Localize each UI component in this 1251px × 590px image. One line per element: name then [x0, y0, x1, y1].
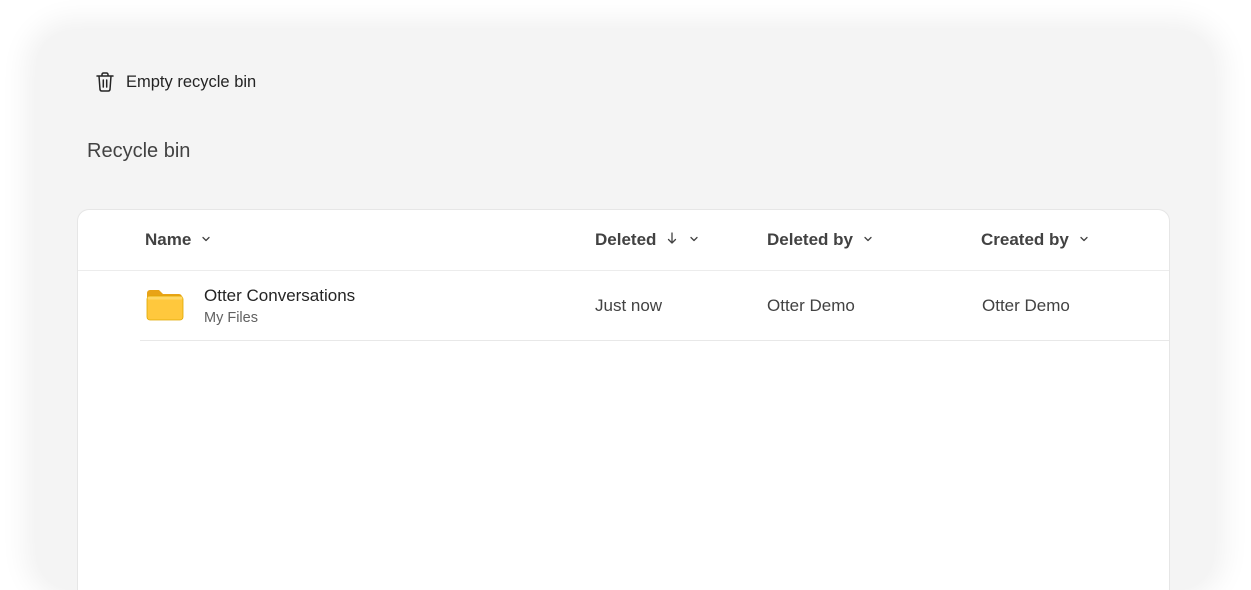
cell-deleted-by: Otter Demo [767, 296, 855, 315]
empty-recycle-bin-button[interactable]: Empty recycle bin [94, 68, 256, 96]
column-header-deleted-by[interactable]: Deleted by [767, 230, 874, 250]
column-header-label: Created by [981, 230, 1069, 249]
chevron-down-icon [688, 230, 700, 250]
recycle-bin-panel: Empty recycle bin Recycle bin Name Delet… [36, 30, 1214, 590]
cell-deleted: Just now [595, 296, 663, 315]
item-name[interactable]: Otter Conversations [204, 286, 355, 306]
column-header-deleted[interactable]: Deleted [595, 230, 700, 250]
column-header-label: Name [145, 230, 192, 249]
chevron-down-icon [1078, 230, 1090, 250]
recycle-bin-table: Name Deleted Deleted by Created by Otter… [77, 209, 1170, 590]
table-header: Name Deleted Deleted by Created by [78, 210, 1169, 271]
column-header-label: Deleted by [767, 230, 853, 249]
column-header-name[interactable]: Name [145, 230, 212, 250]
table-row[interactable]: Otter Conversations My Files Just now Ot… [140, 270, 1169, 341]
folder-icon [146, 289, 184, 326]
arrow-down-icon [665, 230, 679, 250]
page-title: Recycle bin [87, 140, 191, 162]
column-header-created-by[interactable]: Created by [981, 230, 1090, 250]
screen: Empty recycle bin Recycle bin Name Delet… [0, 0, 1251, 590]
column-header-label: Deleted [595, 230, 657, 249]
chevron-down-icon [200, 230, 212, 250]
cell-created-by: Otter Demo [982, 296, 1070, 315]
trash-icon [94, 71, 116, 93]
item-location: My Files [204, 310, 258, 326]
empty-recycle-bin-label: Empty recycle bin [126, 72, 257, 91]
chevron-down-icon [862, 230, 874, 250]
